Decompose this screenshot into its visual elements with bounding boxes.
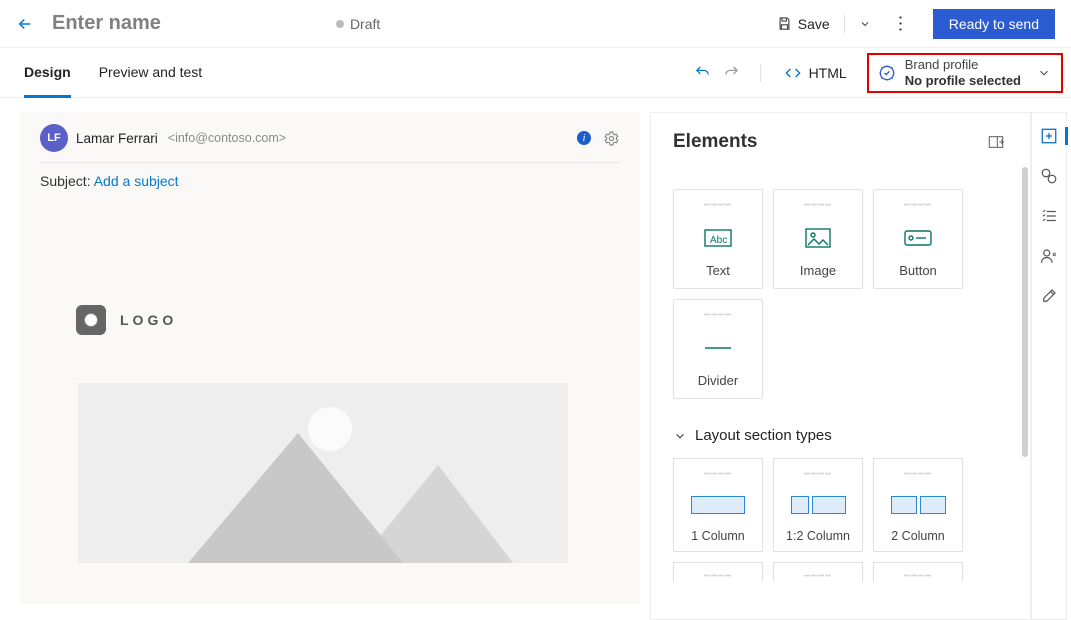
subject-row: Subject: Add a subject <box>40 163 620 189</box>
expand-panel-icon[interactable] <box>988 135 1004 149</box>
layout-2-column[interactable]: ┅┅┅┅ 2 Column <box>873 458 963 552</box>
side-icon-rail <box>1031 112 1067 620</box>
add-subject-link[interactable]: Add a subject <box>94 173 179 189</box>
subject-label: Subject: <box>40 173 91 189</box>
layout-card-more[interactable]: ┅┅┅┅ <box>773 562 863 582</box>
drag-handle-icon: ┅┅┅┅ <box>704 310 732 322</box>
back-arrow-icon[interactable] <box>16 15 34 33</box>
ready-to-send-button[interactable]: Ready to send <box>933 9 1055 39</box>
rail-shapes-icon[interactable] <box>1040 167 1058 185</box>
chevron-down-icon <box>1037 66 1051 80</box>
tab-preview-and-test[interactable]: Preview and test <box>99 48 203 97</box>
from-row: LF Lamar Ferrari <info@contoso.com> i <box>40 124 620 163</box>
overflow-menu-icon[interactable]: ⋯ <box>889 5 910 43</box>
avatar: LF <box>40 124 68 152</box>
logo-placeholder[interactable]: LOGO <box>76 305 640 335</box>
layout-label: 1:2 Column <box>786 529 850 551</box>
top-command-bar: Enter name Draft Save ⋯ Ready to send <box>0 0 1071 48</box>
drag-handle-icon: ┅┅┅┅ <box>704 469 732 481</box>
rail-brush-icon[interactable] <box>1040 287 1058 305</box>
undo-icon[interactable] <box>688 64 717 81</box>
element-text[interactable]: ┅┅┅┅ Abc Text <box>673 189 763 289</box>
html-label: HTML <box>809 65 847 81</box>
code-icon <box>785 65 801 81</box>
layout-1-2-column[interactable]: ┅┅┅┅ 1:2 Column <box>773 458 863 552</box>
drag-handle-icon: ┅┅┅┅ <box>904 200 932 212</box>
drag-handle-icon: ┅┅┅┅ <box>804 469 832 481</box>
element-button[interactable]: ┅┅┅┅ Button <box>873 189 963 289</box>
elements-panel: Elements ┅┅┅┅ Abc Text ┅┅┅┅ <box>650 112 1031 620</box>
save-label: Save <box>798 16 830 32</box>
layout-label: 1 Column <box>691 529 745 551</box>
status-badge: Draft <box>336 16 380 32</box>
html-view-button[interactable]: HTML <box>775 65 857 81</box>
drag-handle-icon: ┅┅┅┅ <box>904 469 932 481</box>
secondary-bar: Design Preview and test HTML Brand profi… <box>0 48 1071 98</box>
info-icon[interactable]: i <box>577 131 591 145</box>
rail-person-icon[interactable] <box>1040 247 1058 265</box>
layout-card-more[interactable]: ┅┅┅┅ <box>673 562 763 582</box>
brand-gear-icon <box>877 63 897 83</box>
element-label: Text <box>706 263 730 288</box>
drag-handle-icon: ┅┅┅┅ <box>804 200 832 212</box>
page-title-input[interactable]: Enter name <box>52 12 161 35</box>
logo-icon <box>76 305 106 335</box>
email-canvas[interactable]: LF Lamar Ferrari <info@contoso.com> i Su… <box>20 112 640 604</box>
drag-handle-icon: ┅┅┅┅ <box>704 200 732 212</box>
redo-icon[interactable] <box>717 64 746 81</box>
layout-section-header[interactable]: Layout section types <box>673 427 1022 444</box>
save-button[interactable]: Save <box>777 16 830 32</box>
layout-title-text: Layout section types <box>695 427 832 444</box>
layout-label: 2 Column <box>891 529 945 551</box>
from-name: Lamar Ferrari <box>76 131 158 146</box>
brand-profile-label: Brand profile <box>905 57 1021 73</box>
placeholder-mountain-icon <box>188 433 403 563</box>
settings-gear-icon[interactable] <box>603 130 620 147</box>
element-image[interactable]: ┅┅┅┅ Image <box>773 189 863 289</box>
logo-text: LOGO <box>120 312 177 328</box>
status-dot-icon <box>336 20 344 28</box>
image-placeholder[interactable] <box>78 383 568 563</box>
tab-design[interactable]: Design <box>24 48 71 97</box>
rail-add-icon[interactable] <box>1040 127 1058 145</box>
layout-card-more[interactable]: ┅┅┅┅ <box>873 562 963 582</box>
text-icon: Abc <box>704 212 732 263</box>
element-label: Button <box>899 263 937 288</box>
image-icon <box>805 212 831 263</box>
element-label: Divider <box>698 373 738 398</box>
divider-icon <box>705 322 731 373</box>
layout-1-column[interactable]: ┅┅┅┅ 1 Column <box>673 458 763 552</box>
elements-title: Elements <box>673 131 757 153</box>
from-email: <info@contoso.com> <box>168 131 286 145</box>
rail-list-icon[interactable] <box>1040 207 1058 225</box>
brand-profile-dropdown[interactable]: Brand profile No profile selected <box>867 53 1063 93</box>
status-text: Draft <box>350 16 380 32</box>
save-split-chevron-icon[interactable] <box>859 18 871 30</box>
element-label: Image <box>800 263 836 288</box>
element-divider[interactable]: ┅┅┅┅ Divider <box>673 299 763 399</box>
brand-profile-value: No profile selected <box>905 73 1021 89</box>
scrollbar[interactable] <box>1022 167 1028 457</box>
svg-text:Abc: Abc <box>710 235 727 246</box>
button-icon <box>904 212 932 263</box>
